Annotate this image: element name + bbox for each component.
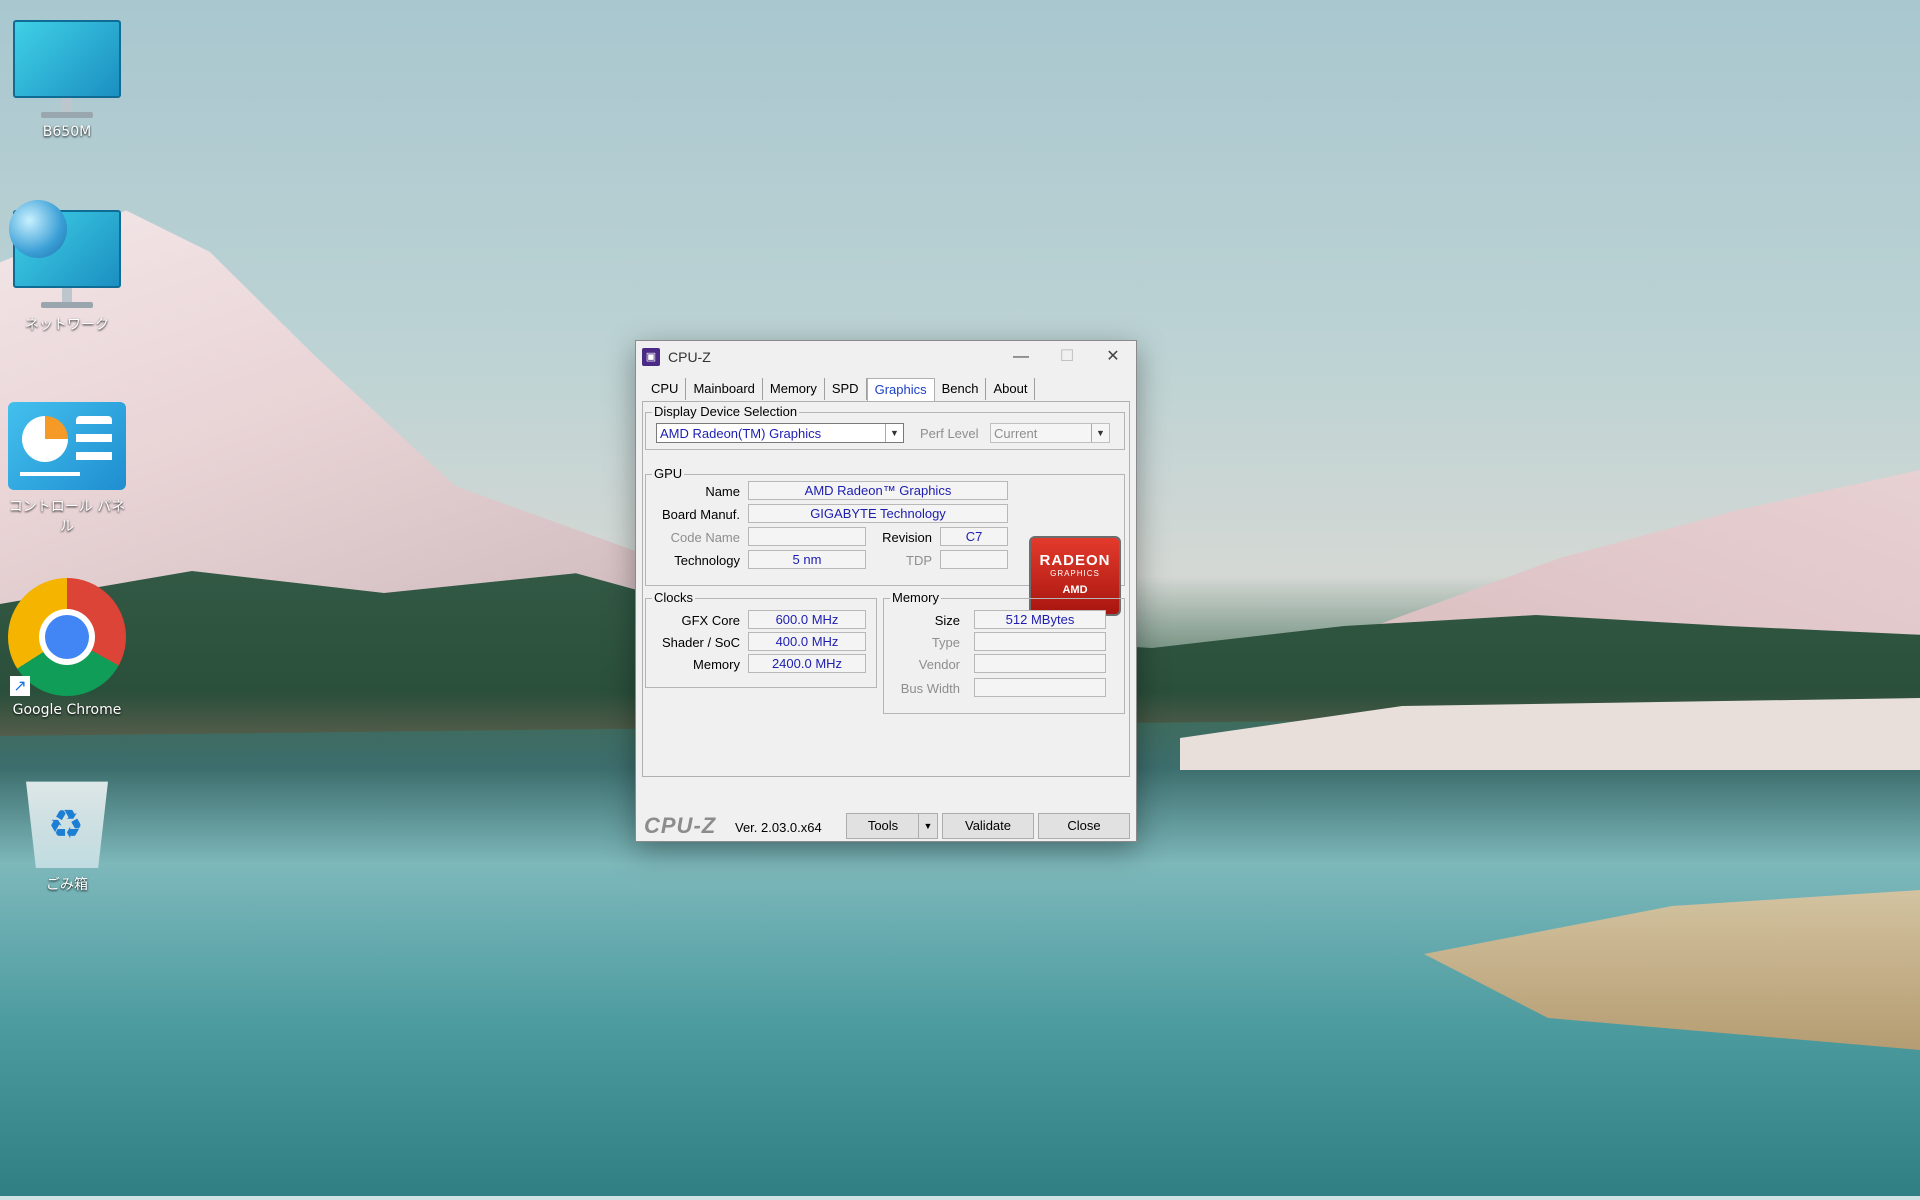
wallpaper-grass	[1424, 890, 1920, 1050]
memory-size-label: Size	[934, 613, 960, 628]
memory-group-label: Memory	[890, 590, 941, 605]
desktop-icon-label: Google Chrome	[12, 702, 122, 718]
gpu-group-label: GPU	[652, 466, 685, 481]
chevron-down-icon: ▼	[1091, 424, 1109, 442]
close-window-button[interactable]: ✕	[1090, 341, 1136, 373]
board-manuf-value: GIGABYTE Technology	[748, 504, 1008, 523]
memory-size-value: 512 MBytes	[974, 610, 1106, 629]
cpuz-app-icon: ▣	[642, 348, 660, 366]
minimize-button[interactable]: —	[998, 341, 1044, 373]
tab-cpu[interactable]: CPU	[644, 378, 687, 400]
gpu-name-value: AMD Radeon™ Graphics	[748, 481, 1008, 500]
desktop-icon-label: ごみ箱	[46, 877, 88, 893]
validate-button[interactable]: Validate	[942, 813, 1034, 839]
graphics-panel: Display Device Selection AMD Radeon(TM) …	[642, 401, 1130, 777]
monitor-icon	[13, 20, 121, 118]
bus-width-value	[974, 678, 1106, 697]
desktop-icon-label: B650M	[42, 124, 92, 140]
memory-clock-value: 2400.0 MHz	[748, 654, 866, 673]
footer-bar: CPU-Z Ver. 2.03.0.x64 Tools ▼ Validate C…	[636, 807, 1136, 841]
revision-label: Revision	[882, 530, 932, 545]
memory-type-value	[974, 632, 1106, 651]
tdp-value	[940, 550, 1008, 569]
board-manuf-label: Board Manuf.	[661, 507, 740, 522]
revision-value: C7	[940, 527, 1008, 546]
technology-value: 5 nm	[748, 550, 866, 569]
clocks-group-label: Clocks	[652, 590, 696, 605]
tab-bar: CPU Mainboard Memory SPD Graphics Bench …	[644, 378, 1036, 401]
memory-group: Memory Size 512 MBytes Type Vendor Bus W…	[883, 590, 1125, 714]
memory-type-label: Type	[931, 635, 960, 650]
shader-soc-label: Shader / SoC	[661, 635, 740, 650]
display-device-select[interactable]: AMD Radeon(TM) Graphics ▼	[656, 423, 904, 443]
desktop-icon-b650m[interactable]: B650M	[2, 20, 132, 140]
control-panel-icon	[8, 402, 126, 490]
desktop-icon-recycle-bin[interactable]: ♻ ごみ箱	[2, 772, 132, 894]
shortcut-arrow-icon: ↗	[10, 676, 30, 696]
tab-memory[interactable]: Memory	[763, 378, 825, 400]
tab-bench[interactable]: Bench	[935, 378, 987, 400]
desktop-icon-label: ネットワーク	[25, 317, 109, 333]
desktop-icon-network[interactable]: ネットワーク	[2, 200, 132, 334]
tdp-label: TDP	[906, 553, 932, 568]
display-device-value: AMD Radeon(TM) Graphics	[660, 426, 822, 441]
memory-vendor-label: Vendor	[918, 657, 960, 672]
title-bar[interactable]: ▣ CPU-Z — ☐ ✕	[636, 341, 1136, 373]
shader-soc-value: 400.0 MHz	[748, 632, 866, 651]
memory-clock-label: Memory	[693, 657, 740, 672]
perf-level-value: Current	[994, 426, 1038, 441]
tab-mainboard[interactable]: Mainboard	[686, 378, 763, 400]
tools-button[interactable]: Tools	[846, 813, 920, 839]
radeon-logo-subtext: GRAPHICS	[1050, 569, 1100, 578]
network-icon	[9, 200, 121, 308]
taskbar-edge	[0, 1196, 1920, 1200]
tab-spd[interactable]: SPD	[825, 378, 867, 400]
close-button[interactable]: Close	[1038, 813, 1130, 839]
cpuz-logo: CPU-Z	[644, 813, 717, 838]
code-name-value	[748, 527, 866, 546]
maximize-button[interactable]: ☐	[1044, 341, 1090, 373]
window-title: CPU-Z	[668, 349, 711, 365]
gpu-name-label: Name	[705, 484, 740, 499]
display-device-group: Display Device Selection AMD Radeon(TM) …	[645, 404, 1125, 450]
tab-about[interactable]: About	[986, 378, 1036, 400]
perf-level-select[interactable]: Current ▼	[990, 423, 1110, 443]
gfx-core-value: 600.0 MHz	[748, 610, 866, 629]
cpuz-window: ▣ CPU-Z — ☐ ✕ CPU Mainboard Memory SPD G…	[635, 340, 1137, 842]
recycle-bin-icon: ♻	[26, 781, 108, 868]
desktop-icon-label: コントロール パネル	[8, 499, 126, 535]
display-device-label: Display Device Selection	[652, 404, 800, 419]
desktop-icon-control-panel[interactable]: コントロール パネル	[2, 402, 132, 536]
desktop-icon-chrome[interactable]: ↗ Google Chrome	[2, 578, 132, 718]
tab-graphics[interactable]: Graphics	[866, 378, 935, 401]
tools-dropdown-button[interactable]: ▼	[918, 813, 938, 839]
chevron-down-icon: ▼	[885, 424, 903, 442]
technology-label: Technology	[674, 553, 740, 568]
bus-width-label: Bus Width	[900, 681, 960, 696]
clocks-group: Clocks GFX Core 600.0 MHz Shader / SoC 4…	[645, 590, 877, 688]
chevron-down-icon: ▼	[923, 821, 933, 831]
radeon-logo-text: RADEON	[1039, 552, 1111, 569]
chrome-icon: ↗	[8, 578, 126, 696]
memory-vendor-value	[974, 654, 1106, 673]
version-label: Ver. 2.03.0.x64	[735, 820, 822, 835]
gfx-core-label: GFX Core	[681, 613, 740, 628]
perf-level-label: Perf Level	[920, 426, 979, 441]
code-name-label: Code Name	[670, 530, 740, 545]
amd-logo-text: AMD	[1062, 584, 1088, 596]
